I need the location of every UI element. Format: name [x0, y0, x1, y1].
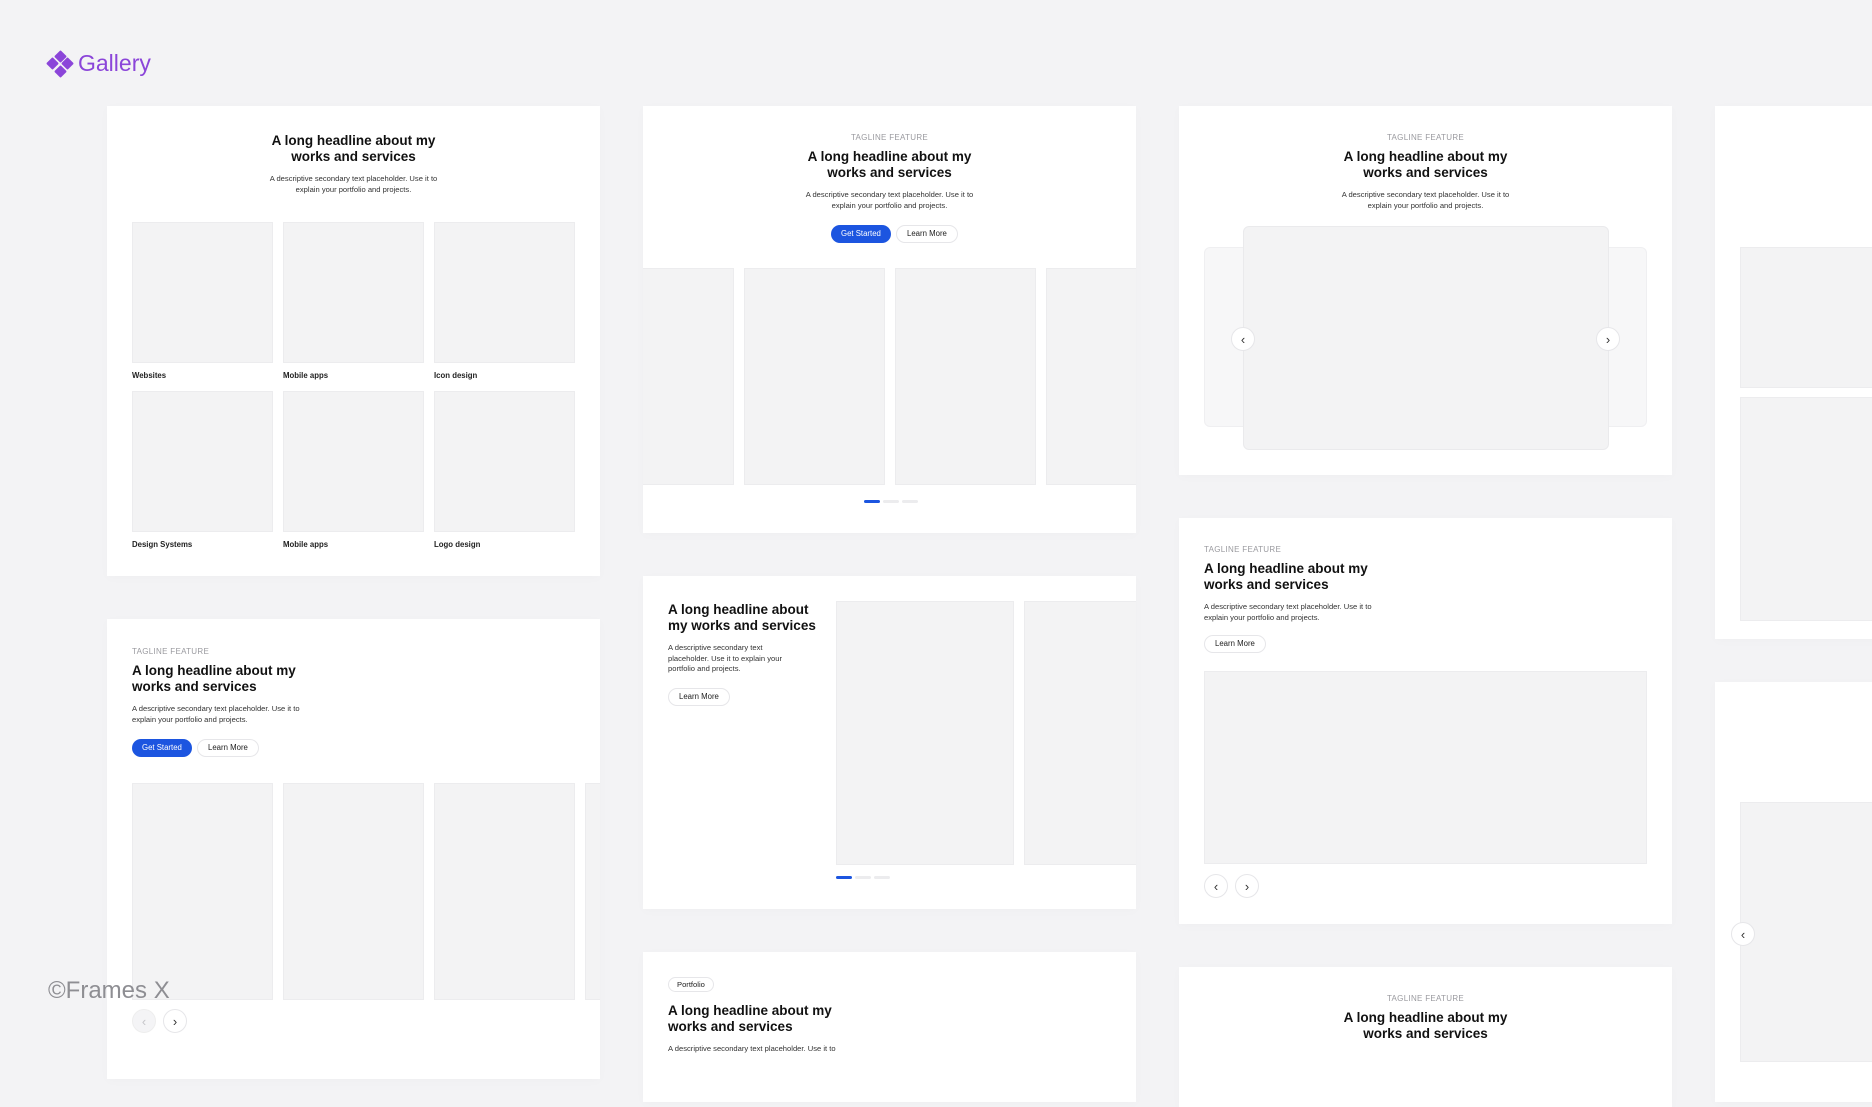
tagline: TAGLINE FEATURE: [850, 133, 929, 142]
portfolio-thumbnail[interactable]: [283, 783, 424, 1000]
copyright-watermark: ©Frames X: [48, 977, 170, 1004]
portfolio-thumbnail[interactable]: [434, 391, 575, 532]
card-headline: A long headline about my works and servic…: [1343, 149, 1508, 180]
portfolio-thumbnail[interactable]: [283, 391, 424, 532]
portfolio-thumbnail[interactable]: [132, 391, 273, 532]
get-started-button[interactable]: Get Started: [831, 225, 891, 243]
portfolio-thumbnail[interactable]: [895, 268, 1036, 485]
gallery-card-portfolio: Portfolio A long headline about my works …: [643, 952, 1136, 1102]
item-label-icon-design[interactable]: Icon design: [434, 371, 477, 380]
carousel-prev-button[interactable]: ‹: [1731, 922, 1755, 946]
portfolio-thumbnail[interactable]: [434, 222, 575, 363]
portfolio-badge: Portfolio: [668, 977, 714, 992]
item-label-websites[interactable]: Websites: [132, 371, 166, 380]
brand-logo: Gallery: [46, 49, 151, 78]
gallery-card-hero-strip: TAGLINE FEATURE A long headline about my…: [643, 106, 1136, 533]
carousel-prev-button[interactable]: ‹: [1204, 874, 1228, 898]
portfolio-thumbnail[interactable]: [585, 783, 600, 1000]
gallery-card-hero-arrows: TAGLINE FEATURE A long headline about my…: [107, 619, 600, 1079]
pagination-dot[interactable]: [883, 500, 899, 503]
portfolio-thumbnail[interactable]: [132, 222, 273, 363]
card-headline: A long headline about my works and servic…: [1204, 561, 1368, 592]
gallery-card-wide-slide: TAGLINE FEATURE A long headline about my…: [1179, 518, 1672, 924]
tagline: TAGLINE FEATURE: [132, 647, 210, 656]
pagination-dot[interactable]: [874, 876, 890, 879]
portfolio-thumbnail[interactable]: [132, 783, 273, 1000]
item-label-logo-design[interactable]: Logo design: [434, 540, 480, 549]
carousel-next-button[interactable]: ›: [163, 1009, 187, 1033]
gallery-card-centered: TAGLINE FEATURE A long headline about my…: [1179, 967, 1672, 1107]
learn-more-button[interactable]: Learn More: [896, 225, 958, 243]
chevron-left-icon: ‹: [141, 1013, 147, 1029]
chevron-left-icon: ‹: [1240, 331, 1246, 347]
card-headline: A long headline about my works and servic…: [132, 663, 296, 694]
chevron-left-icon: ‹: [1213, 878, 1219, 894]
carousel-prev-button[interactable]: ‹: [1231, 327, 1255, 351]
gallery-card-carousel: TAGLINE FEATURE A long headline about my…: [1179, 106, 1672, 475]
learn-more-button[interactable]: Learn More: [668, 688, 730, 706]
carousel-pagination[interactable]: [864, 500, 918, 503]
card-description: A descriptive secondary text placeholder…: [1204, 602, 1372, 622]
tagline: TAGLINE FEATURE: [1386, 133, 1465, 142]
pagination-dot[interactable]: [902, 500, 918, 503]
gallery-card-partial: ‹: [1715, 682, 1872, 1102]
portfolio-thumbnail[interactable]: [1046, 268, 1136, 485]
card-headline: A long headline about my works and servic…: [668, 602, 816, 633]
item-label-design-systems[interactable]: Design Systems: [132, 540, 192, 549]
gallery-card-partial: [1715, 106, 1872, 639]
card-headline: A long headline about my works and servic…: [1343, 1010, 1508, 1041]
portfolio-thumbnail[interactable]: [643, 268, 734, 485]
card-description: A descriptive secondary text placeholder…: [805, 190, 974, 210]
carousel-pagination[interactable]: [836, 876, 890, 879]
card-description: A descriptive secondary text placeholder…: [269, 174, 438, 194]
portfolio-thumbnail[interactable]: [744, 268, 885, 485]
get-started-button[interactable]: Get Started: [132, 739, 192, 757]
diamond-cluster-icon: [46, 49, 74, 78]
portfolio-thumbnail[interactable]: [283, 222, 424, 363]
card-description: A descriptive secondary text placeholder.…: [668, 643, 782, 673]
carousel-slide-main[interactable]: [1204, 671, 1647, 864]
pagination-dot-active[interactable]: [864, 500, 880, 503]
gallery-card-grid: A long headline about my works and servic…: [107, 106, 600, 576]
brand-title: Gallery: [78, 50, 151, 76]
pagination-dot[interactable]: [855, 876, 871, 879]
tagline: TAGLINE FEATURE: [1386, 994, 1465, 1003]
learn-more-button[interactable]: Learn More: [1204, 635, 1266, 653]
carousel-next-button[interactable]: ›: [1235, 874, 1259, 898]
card-headline: A long headline about my works and servic…: [271, 133, 436, 164]
chevron-right-icon: ›: [172, 1013, 178, 1029]
tagline: TAGLINE FEATURE: [1204, 545, 1282, 554]
carousel-slide-main[interactable]: [1243, 226, 1609, 450]
portfolio-thumbnail[interactable]: [1740, 247, 1872, 388]
portfolio-thumbnail[interactable]: [1740, 802, 1872, 1062]
portfolio-thumbnail[interactable]: [434, 783, 575, 1000]
chevron-left-icon: ‹: [1740, 926, 1746, 942]
item-label-mobile-apps[interactable]: Mobile apps: [283, 371, 328, 380]
card-headline: A long headline about my works and servic…: [807, 149, 972, 180]
gallery-card-side-text: A long headline about my works and servic…: [643, 576, 1136, 909]
card-description: A descriptive secondary text placeholder…: [132, 704, 300, 724]
chevron-right-icon: ›: [1605, 331, 1611, 347]
carousel-next-button[interactable]: ›: [1596, 327, 1620, 351]
card-headline: A long headline about my works and servic…: [668, 1003, 832, 1034]
portfolio-thumbnail[interactable]: [1740, 397, 1872, 621]
item-label-mobile-apps[interactable]: Mobile apps: [283, 540, 328, 549]
card-description: A descriptive secondary text placeholder…: [1341, 190, 1510, 210]
pagination-dot-active[interactable]: [836, 876, 852, 879]
portfolio-thumbnail[interactable]: [836, 601, 1014, 865]
portfolio-thumbnail[interactable]: [1024, 601, 1136, 865]
carousel-prev-button[interactable]: ‹: [132, 1009, 156, 1033]
chevron-right-icon: ›: [1244, 878, 1250, 894]
learn-more-button[interactable]: Learn More: [197, 739, 259, 757]
